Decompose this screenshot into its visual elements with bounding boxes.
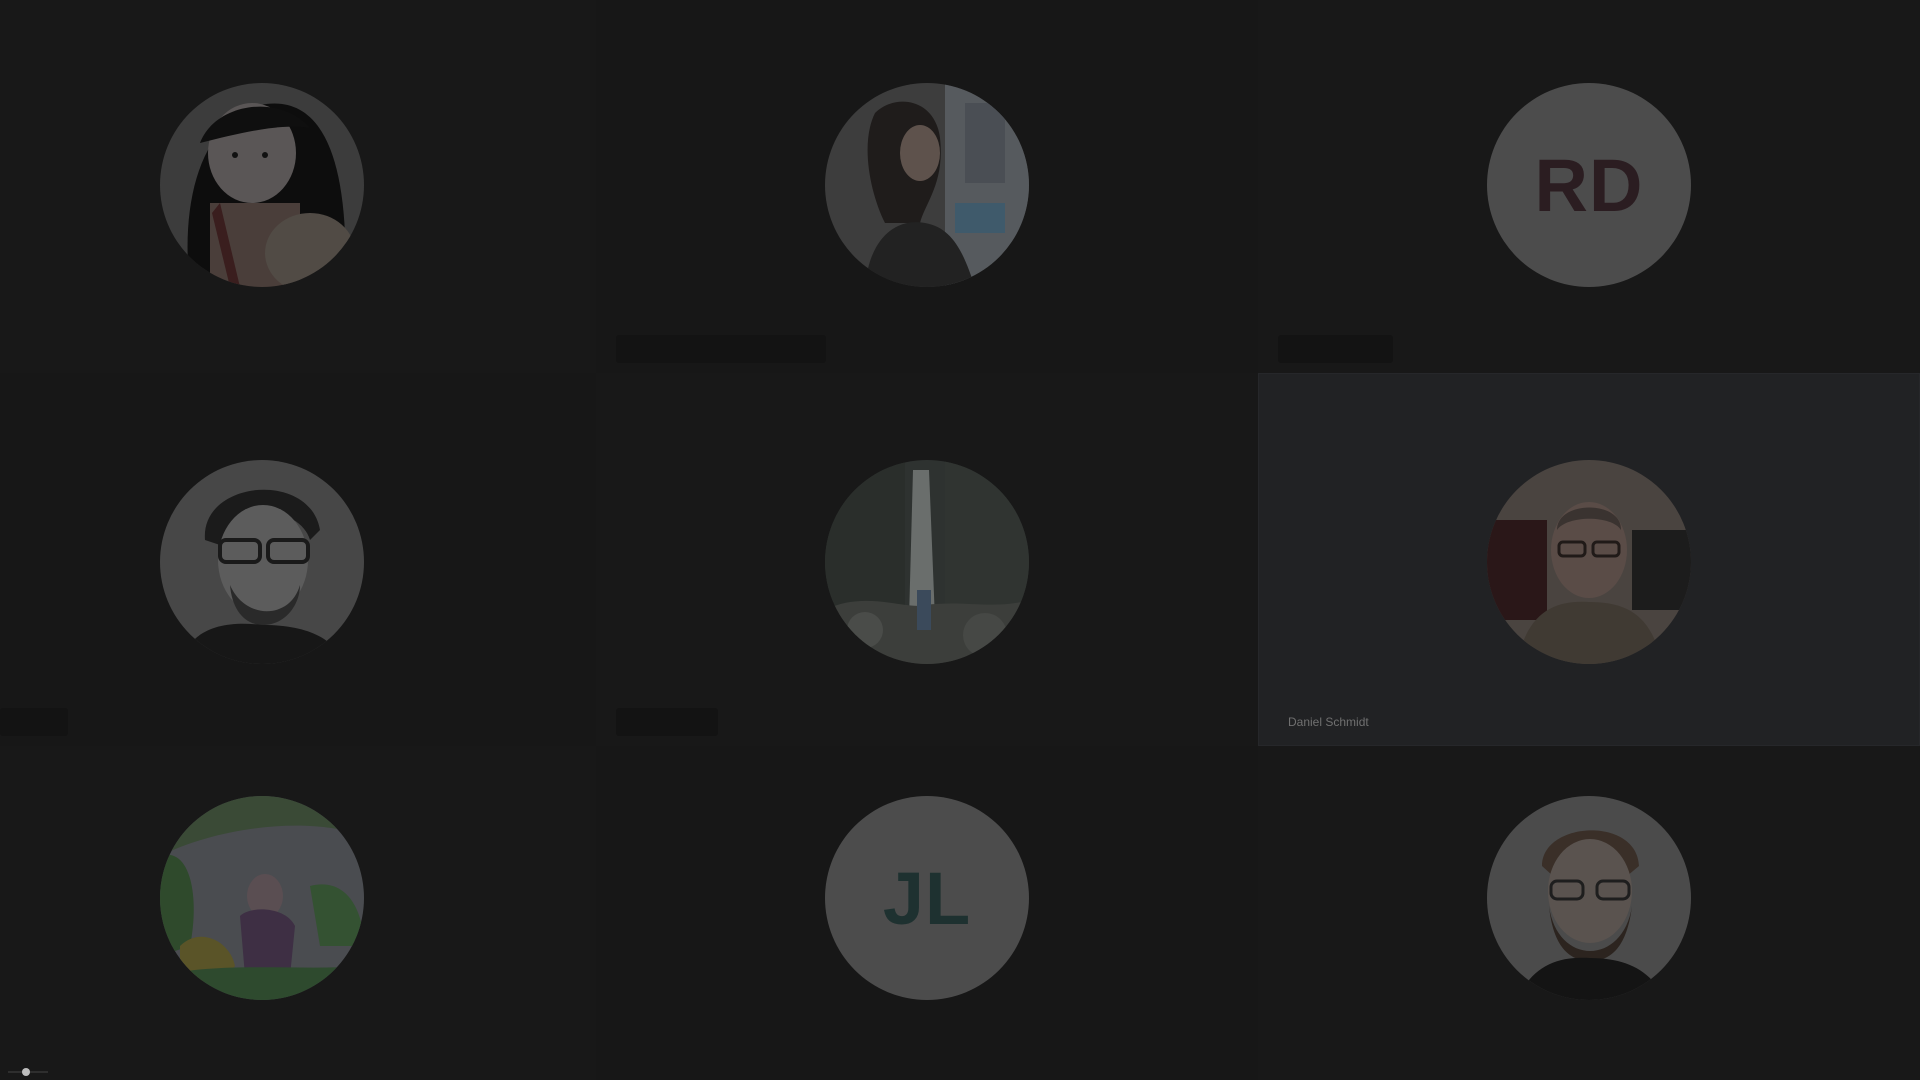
name-tag [0, 708, 68, 736]
avatar-illustrated-scene [160, 796, 364, 1000]
avatar-waterfall-landscape [825, 460, 1029, 664]
name-tag [616, 335, 826, 363]
participant-tile-8[interactable]: JL [596, 746, 1258, 1080]
scrubber-handle[interactable] [22, 1068, 30, 1076]
participant-grid: RD Daniel Schmidt JL [0, 0, 1920, 1080]
initials-text: JL [825, 796, 1029, 1000]
avatar-bearded-man-photo [1487, 796, 1691, 1000]
participant-tile-5[interactable] [596, 373, 1258, 746]
avatar-initials: RD [1487, 83, 1691, 287]
name-tag [1278, 335, 1393, 363]
avatar-woman-photo [825, 83, 1029, 287]
participant-tile-6-active-speaker[interactable]: Daniel Schmidt [1258, 373, 1920, 746]
participant-tile-2[interactable] [596, 0, 1258, 373]
participant-tile-3[interactable]: RD [1258, 0, 1920, 373]
name-tag [616, 708, 718, 736]
participant-tile-9[interactable] [1258, 746, 1920, 1080]
participant-tile-7[interactable] [0, 746, 596, 1080]
avatar-man-photo [1487, 460, 1691, 664]
avatar-cartoon-portrait [160, 83, 364, 287]
playback-scrubber[interactable] [8, 1068, 48, 1076]
name-tag: Daniel Schmidt [1288, 715, 1369, 729]
participant-tile-1[interactable] [0, 0, 596, 373]
initials-text: RD [1487, 83, 1691, 287]
avatar-man-glasses-bw-photo [160, 460, 364, 664]
avatar-initials: JL [825, 796, 1029, 1000]
participant-tile-4[interactable] [0, 373, 596, 746]
